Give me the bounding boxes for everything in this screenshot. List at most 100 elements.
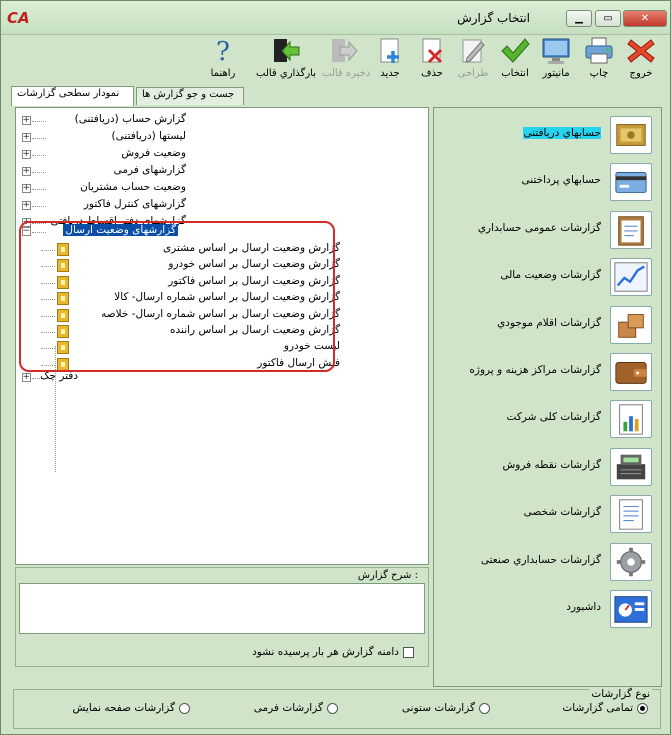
expand-icon[interactable]: + [22, 133, 31, 142]
category-label: گزارشات نقطه فروش [502, 458, 601, 471]
category-panel: حسابهاي دریافتنی حسابهاي پرداختنی گزارشا… [433, 107, 662, 687]
description-group: شرح گزارش : دامنه گزارش هر بار پرسیده نش… [15, 567, 429, 667]
category-label: داشبورد [566, 601, 601, 613]
category-label: گزارشات حسابداري صنعتی [480, 553, 601, 566]
radio-form-reports-dot[interactable] [327, 702, 338, 714]
minimize-button[interactable]: ▁ [566, 10, 592, 27]
tree-node[interactable]: + وضعیت فروش [16, 147, 186, 163]
description-label: شرح گزارش : [357, 570, 418, 581]
monitor-icon [542, 38, 570, 64]
tree-node[interactable]: + وضعیت حساب مشتریان [16, 181, 186, 197]
expand-icon[interactable]: + [22, 201, 31, 210]
category-item[interactable]: گزارشات نقطه فروش [435, 445, 657, 489]
print-button[interactable]: چاپ [577, 36, 621, 79]
tab-search[interactable]: جست و جو گزارش ها [136, 87, 244, 105]
radio-column-reports[interactable]: گزارشات ستونی [402, 702, 490, 714]
category-label: گزارشات مراکز هزینه و پروژه [469, 364, 601, 376]
tree-connector [32, 189, 46, 190]
import-icon [274, 39, 300, 62]
expand-icon[interactable]: + [22, 116, 31, 125]
tree-node[interactable]: + دفتر چک [16, 370, 78, 386]
dashboard-icon [610, 590, 652, 628]
boxes-icon [610, 305, 652, 344]
tree-connector [32, 138, 46, 139]
delete-button[interactable]: حذف [410, 36, 454, 79]
toolbar: خروج چاپ مانیتور انتخاب طراحی حذف جدید ذ… [1, 36, 670, 86]
radio-screen-reports-dot[interactable] [179, 702, 190, 714]
dont-ask-range-label: دامنه گزارش هر بار پرسیده نشود [252, 646, 399, 658]
category-item[interactable]: گزارشات حسابداري صنعتی [435, 540, 657, 584]
money-icon [610, 116, 652, 154]
export-icon [332, 39, 358, 62]
printer-icon [585, 37, 613, 64]
checkmark-icon [501, 38, 530, 63]
description-text [19, 583, 425, 634]
category-item[interactable]: گزارشات وضعیت مالی [435, 255, 657, 299]
new-doc-icon [380, 38, 399, 63]
category-item[interactable]: حسابهاي دریافتنی [435, 113, 657, 157]
exit-button[interactable]: خروج [619, 36, 663, 79]
gear-icon [610, 542, 652, 581]
tab-tree-view[interactable]: نمودار سطحی گزارشات [11, 86, 134, 106]
cash-register-icon [610, 447, 652, 486]
category-item[interactable]: گزارشات اقلام موجودي [435, 303, 657, 347]
tree-connector [32, 155, 46, 156]
dont-ask-range-row[interactable]: دامنه گزارش هر بار پرسیده نشود [252, 646, 414, 658]
new-button[interactable]: جدید [368, 36, 412, 79]
document-icon [610, 495, 652, 534]
tree-node-label: گزارشهای کنترل فاکتور [83, 198, 186, 210]
tree-node[interactable]: + گزارشهای فرمی [16, 164, 186, 180]
radio-form-reports[interactable]: گزارشات فرمی [254, 702, 338, 714]
category-item[interactable]: گزارشات مراکز هزینه و پروژه [435, 350, 657, 394]
select-button[interactable]: انتخاب [493, 36, 537, 79]
category-item[interactable]: حسابهاي پرداختنی [435, 160, 657, 204]
help-button[interactable]: ? راهنما [201, 36, 245, 79]
window-title: انتخاب گزارش [457, 11, 530, 25]
category-label: گزارشات کلی شرکت [506, 411, 601, 424]
tree-connector [32, 121, 46, 122]
category-label: گزارشات اقلام موجودي [497, 316, 601, 329]
title-bar: CA انتخاب گزارش ▁ ▭ ✕ [1, 1, 670, 35]
category-label: گزارشات شخصی [523, 506, 601, 519]
tree-node-label: وضعیت حساب مشتریان [80, 181, 186, 193]
tree-node[interactable]: + گزارش حساب (دریافتنی) [16, 113, 186, 129]
category-item[interactable]: داشبورد [435, 587, 657, 631]
tree-node[interactable]: + لیستها (دریافتنی) [16, 130, 186, 146]
category-label: گزارشات وضعیت مالی [500, 269, 601, 282]
category-item[interactable]: گزارشات عمومی حسابداري [435, 208, 657, 252]
expand-icon[interactable]: + [22, 184, 31, 193]
maximize-button[interactable]: ▭ [595, 10, 621, 27]
category-item[interactable]: گزارشات شخصی [435, 492, 657, 536]
tree-node[interactable]: + گزارشهای کنترل فاکتور [16, 198, 186, 214]
close-button[interactable]: ✕ [623, 10, 667, 27]
category-item[interactable]: گزارشات کلی شرکت [435, 397, 657, 441]
radio-all-reports[interactable]: تمامی گزارشات [562, 702, 648, 714]
monitor-button[interactable]: مانیتور [534, 36, 578, 79]
line-chart-icon [610, 258, 652, 297]
radio-column-reports-dot[interactable] [479, 702, 490, 714]
expand-icon[interactable]: + [22, 373, 31, 382]
expand-icon[interactable]: + [22, 167, 31, 176]
app-logo: CA [7, 9, 30, 27]
expand-icon[interactable]: + [22, 150, 31, 159]
question-icon: ? [216, 37, 230, 66]
clipboard-icon [610, 210, 652, 249]
tree-node-label: لیستها (دریافتنی) [111, 130, 186, 142]
tree-connector [32, 172, 46, 173]
tree-connector [32, 206, 46, 207]
radio-all-reports-dot[interactable] [637, 702, 648, 714]
tree-node-label: وضعیت فروش [121, 147, 186, 159]
report-type-group: نوع گزارشات تمامی گزارشات گزارشات ستونی … [13, 688, 661, 729]
category-label: حسابهاي دریافتنی [523, 127, 601, 139]
category-label: حسابهاي پرداختنی [521, 174, 601, 187]
radio-screen-reports[interactable]: گزارشات صفحه نمایش [73, 702, 190, 714]
wallet-icon [610, 353, 652, 391]
load-template-button[interactable]: بارگذاري قالب [253, 36, 319, 79]
category-label: گزارشات عمومی حسابداري [477, 221, 601, 234]
svg-text:?: ? [216, 37, 230, 66]
dont-ask-range-checkbox[interactable] [403, 646, 414, 658]
delete-doc-icon [422, 38, 443, 64]
design-button[interactable]: طراحی [451, 36, 495, 79]
save-template-button[interactable]: ذخیره قالب [322, 36, 370, 79]
report-type-label: نوع گزارشات [589, 688, 652, 700]
